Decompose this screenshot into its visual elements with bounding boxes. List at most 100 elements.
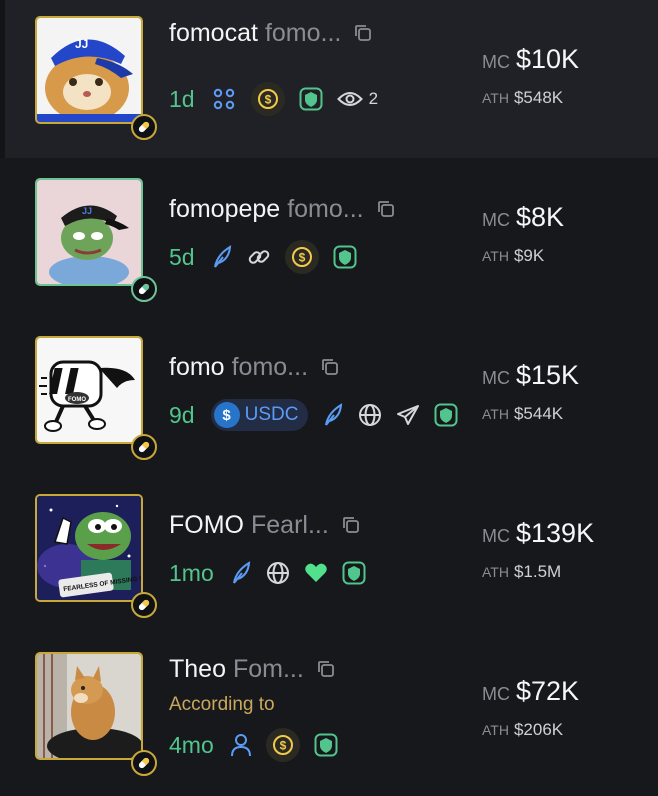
mc-value: $8K bbox=[516, 202, 565, 232]
ath-label: ATH bbox=[482, 564, 509, 580]
token-age: 1mo bbox=[169, 559, 214, 586]
shield-lion-icon[interactable] bbox=[333, 245, 357, 269]
ath-label: ATH bbox=[482, 248, 509, 264]
community-icon[interactable] bbox=[211, 87, 237, 111]
token-row[interactable]: Theo Fom... According to 4mo $ MC $72K A… bbox=[0, 632, 658, 790]
token-ticker[interactable]: fomo bbox=[169, 353, 225, 382]
eye-icon bbox=[336, 90, 363, 108]
copy-icon[interactable] bbox=[353, 23, 373, 43]
token-row[interactable]: FEARLESS OF MISSING OUT FOMO Fearl... 1m… bbox=[0, 474, 658, 632]
token-row[interactable]: FOMO fomo fomo... 9d $ USDC MC $15K ATH … bbox=[0, 316, 658, 474]
link-icon[interactable] bbox=[247, 245, 271, 269]
svg-text:JJ: JJ bbox=[82, 206, 92, 216]
ath-label: ATH bbox=[482, 90, 509, 106]
globe-icon[interactable] bbox=[266, 561, 290, 585]
mc-label: MC bbox=[482, 210, 510, 230]
coin-dollar-icon[interactable]: $ bbox=[250, 82, 285, 116]
feather-icon[interactable] bbox=[211, 245, 233, 269]
pill-icon bbox=[131, 114, 157, 140]
market-cap: MC $8K bbox=[482, 202, 564, 233]
copy-icon[interactable] bbox=[316, 659, 336, 679]
ath: ATH $9K bbox=[482, 246, 544, 266]
ath-label: ATH bbox=[482, 406, 509, 422]
telegram-icon[interactable] bbox=[396, 404, 420, 426]
token-avatar[interactable]: FEARLESS OF MISSING OUT bbox=[35, 494, 143, 602]
globe-icon[interactable] bbox=[358, 403, 382, 427]
token-name-line: fomocat fomo... bbox=[169, 16, 373, 50]
pill-icon bbox=[131, 592, 157, 618]
shield-lion-icon[interactable] bbox=[434, 403, 458, 427]
market-cap: MC $10K bbox=[482, 44, 579, 75]
feather-icon[interactable] bbox=[230, 561, 252, 585]
feather-icon[interactable] bbox=[322, 403, 344, 427]
copy-icon[interactable] bbox=[320, 357, 340, 377]
token-symbol: fomo... bbox=[264, 18, 342, 47]
ath: ATH $548K bbox=[482, 88, 563, 108]
ath-value: $206K bbox=[513, 720, 564, 739]
token-ticker[interactable]: fomopepe bbox=[169, 195, 280, 224]
mc-value: $139K bbox=[516, 518, 595, 548]
mc-label: MC bbox=[482, 526, 510, 546]
shield-lion-icon[interactable] bbox=[299, 87, 323, 111]
token-avatar[interactable]: JJ bbox=[35, 16, 143, 124]
token-name-line: FOMO Fearl... bbox=[169, 508, 361, 542]
ath-value: $548K bbox=[513, 88, 564, 107]
token-avatar[interactable]: JJ bbox=[35, 178, 143, 286]
token-meta: 9d $ USDC bbox=[169, 398, 458, 432]
token-meta: 5d $ bbox=[169, 240, 357, 274]
token-age: 4mo bbox=[169, 731, 214, 758]
mc-value: $10K bbox=[516, 44, 580, 74]
row-edge bbox=[0, 0, 5, 158]
token-symbol: Fearl... bbox=[251, 510, 329, 539]
token-symbol: Fom... bbox=[232, 654, 304, 683]
copy-icon[interactable] bbox=[341, 515, 361, 535]
svg-text:$: $ bbox=[264, 93, 271, 107]
copy-icon[interactable] bbox=[376, 199, 396, 219]
mc-label: MC bbox=[482, 368, 510, 388]
ath-value: $1.5M bbox=[513, 562, 562, 581]
coin-dollar-icon[interactable]: $ bbox=[265, 728, 300, 762]
token-symbol: fomo... bbox=[287, 194, 364, 223]
token-avatar[interactable] bbox=[35, 652, 143, 760]
coin-dollar-icon[interactable]: $ bbox=[284, 240, 319, 274]
token-meta: 1mo bbox=[169, 556, 366, 590]
token-name-line: fomopepe fomo... bbox=[169, 192, 396, 226]
token-age: 5d bbox=[169, 243, 195, 270]
ath: ATH $544K bbox=[482, 404, 563, 424]
usdc-icon: $ bbox=[213, 402, 240, 428]
token-list: JJ fomocat fomo... 1d $ 2 MC $10K ATH $5… bbox=[0, 0, 658, 796]
mc-label: MC bbox=[482, 52, 510, 72]
token-symbol: fomo... bbox=[231, 352, 309, 381]
mc-label: MC bbox=[482, 684, 510, 704]
token-ticker[interactable]: FOMO bbox=[169, 511, 244, 540]
heart-icon[interactable] bbox=[304, 562, 328, 584]
svg-text:$: $ bbox=[298, 251, 305, 265]
token-description: According to bbox=[169, 694, 275, 715]
quote-token-label: USDC bbox=[244, 404, 299, 425]
ath-value: $544K bbox=[513, 404, 564, 423]
token-ticker[interactable]: Theo bbox=[169, 655, 226, 684]
ath-value: $9K bbox=[513, 246, 545, 265]
shield-lion-icon[interactable] bbox=[342, 561, 366, 585]
ath: ATH $206K bbox=[482, 720, 563, 740]
token-meta: 4mo $ bbox=[169, 728, 338, 762]
pill-icon bbox=[131, 434, 157, 460]
token-row[interactable]: JJ fomopepe fomo... 5d $ MC $8K ATH $9K bbox=[0, 158, 658, 316]
shield-lion-icon[interactable] bbox=[314, 733, 338, 757]
viewers-count: 2 bbox=[336, 89, 379, 109]
viewers-value: 2 bbox=[368, 89, 379, 108]
pill-icon bbox=[131, 276, 157, 302]
token-age: 1d bbox=[169, 85, 195, 112]
token-ticker[interactable]: fomocat bbox=[169, 19, 258, 48]
token-row[interactable]: JJ fomocat fomo... 1d $ 2 MC $10K ATH $5… bbox=[0, 0, 658, 158]
person-icon[interactable] bbox=[230, 733, 252, 757]
mc-value: $15K bbox=[516, 360, 580, 390]
ath: ATH $1.5M bbox=[482, 562, 561, 582]
svg-text:JJ: JJ bbox=[75, 37, 88, 51]
pill-icon bbox=[131, 750, 157, 776]
token-age: 9d bbox=[169, 401, 195, 428]
token-name-line: Theo Fom... bbox=[169, 652, 336, 686]
token-avatar[interactable]: FOMO bbox=[35, 336, 143, 444]
quote-token-badge[interactable]: $ USDC bbox=[210, 399, 309, 431]
fomo-logo-text: FOMO bbox=[68, 397, 86, 403]
